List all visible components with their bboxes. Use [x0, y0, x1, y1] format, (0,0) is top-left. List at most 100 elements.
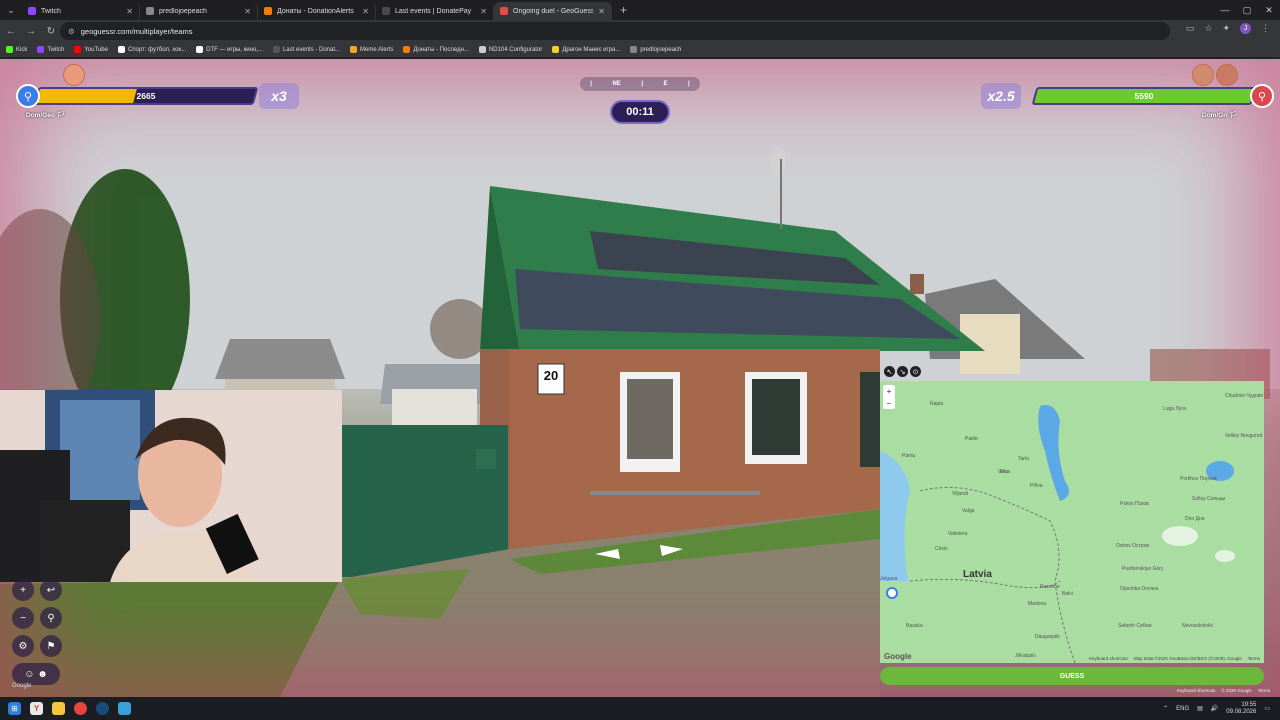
language-indicator[interactable]: ENG: [1176, 706, 1189, 712]
bookmark-item[interactable]: Meme Alerts: [350, 46, 393, 53]
map-city-label: Pärnu: [902, 453, 916, 459]
round-timer: 00:11: [610, 100, 670, 124]
browser-tab[interactable]: Донаты - DonationAlerts ✕: [258, 2, 376, 20]
browser-tab[interactable]: Last events | DonatePay ✕: [376, 2, 494, 20]
windows-start-icon[interactable]: ⊞: [8, 702, 21, 715]
bookmark-favicon: [552, 46, 560, 53]
yandex-browser-icon[interactable]: Y: [30, 702, 43, 715]
bookmark-label: ND104 Configurator: [488, 46, 543, 53]
bookmark-item[interactable]: Спорт: футбол, хок...: [117, 46, 186, 53]
bookmark-item[interactable]: predlojoepeach: [630, 46, 681, 53]
tab-search-chevron-icon[interactable]: ⌄: [0, 0, 22, 20]
map-city-label: Dno Дно: [1185, 516, 1205, 522]
bookmark-item[interactable]: ND104 Configurator: [478, 46, 543, 53]
bookmark-item[interactable]: YouTube: [74, 46, 108, 53]
notifications-icon[interactable]: ▭: [1264, 705, 1270, 712]
toolbar-actions: ▭ ☆ ✦ J ⋮: [1186, 23, 1270, 34]
url-field[interactable]: ⚙ geoguessr.com/multiplayer/teams: [60, 22, 1170, 40]
new-tab-button[interactable]: +: [620, 3, 627, 17]
settings-gear-icon[interactable]: ⚙: [12, 635, 34, 657]
bookmark-item[interactable]: Last events - Donat...: [272, 46, 340, 53]
chat-emotes-button[interactable]: ☺ ☻: [12, 663, 60, 685]
tab-favicon: [264, 7, 272, 15]
bookmark-item[interactable]: Twitch: [37, 46, 64, 53]
network-icon[interactable]: ▤: [1197, 705, 1203, 712]
close-tab-icon[interactable]: ✕: [598, 7, 605, 16]
back-arrow-icon[interactable]: ←: [6, 26, 16, 37]
steam-icon[interactable]: [96, 702, 109, 715]
close-tab-icon[interactable]: ✕: [362, 7, 369, 16]
map-pin-toggle-icon[interactable]: ⊙: [910, 366, 921, 377]
minimize-icon[interactable]: —: [1214, 0, 1236, 20]
file-explorer-icon[interactable]: [52, 702, 65, 715]
map-country-label: Latvia: [963, 569, 992, 580]
guess-map[interactable]: + − Latvia Tartu Pskov Псков Velikiy Novgo…: [880, 381, 1264, 663]
flag-checkpoint-icon[interactable]: ⚑: [40, 635, 62, 657]
map-keyboard-shortcuts-link[interactable]: Keyboard shortcuts: [1089, 656, 1128, 661]
close-tab-icon[interactable]: ✕: [126, 7, 133, 16]
site-info-icon[interactable]: ⚙: [68, 27, 75, 36]
bookmark-item[interactable]: DTF — игры, кино,...: [196, 46, 263, 53]
zoom-in-button[interactable]: +: [12, 579, 34, 601]
map-terms-link[interactable]: Terms: [1248, 656, 1260, 661]
forward-arrow-icon[interactable]: →: [26, 26, 36, 37]
map-city-label: Pushkinskiye Gory: [1122, 566, 1164, 572]
close-tab-icon[interactable]: ✕: [244, 7, 251, 16]
profile-avatar[interactable]: J: [1240, 23, 1251, 34]
bookmark-star-icon[interactable]: ☆: [1204, 23, 1212, 34]
game-viewport[interactable]: 20 ⚲ 2665 x3 Dom/Geo 🏳 | NE | E | 00:11 …: [0, 59, 1280, 697]
maximize-icon[interactable]: ▢: [1236, 0, 1258, 20]
browser-tab[interactable]: Ongoing duel - GeoGuessr ✕: [494, 2, 612, 20]
browser-tab[interactable]: Twitch ✕: [22, 2, 140, 20]
extensions-icon[interactable]: ✦: [1222, 23, 1230, 34]
left-player-tag: Dom/Geo 🏳: [26, 111, 65, 119]
chrome-icon[interactable]: [74, 702, 87, 715]
right-multiplier: x2.5: [981, 83, 1021, 109]
left-multiplier: x3: [259, 83, 299, 109]
map-city-label: Viljandi: [952, 491, 969, 497]
map-size-tools: ↖ ↘ ⊙: [884, 366, 921, 377]
bookmark-favicon: [74, 46, 82, 53]
close-tab-icon[interactable]: ✕: [480, 7, 487, 16]
bookmark-favicon: [196, 46, 204, 53]
browser-tab[interactable]: predlojoepeach ✕: [140, 2, 258, 20]
bookmark-favicon: [272, 46, 280, 53]
more-menu-icon[interactable]: ⋮: [1261, 23, 1270, 34]
map-expand-icon[interactable]: ↘: [897, 366, 908, 377]
address-bar-row: ← → ↻ ⚙ geoguessr.com/multiplayer/teams …: [0, 20, 1280, 42]
map-city-label: Balvi: [1062, 591, 1073, 597]
right-health-bar: 5590: [1031, 87, 1257, 105]
close-window-icon[interactable]: ✕: [1258, 0, 1280, 20]
map-shrink-icon[interactable]: ↖: [884, 366, 895, 377]
map-city-label: Rapla: [930, 401, 944, 407]
left-team-hud: ⚲ 2665: [16, 84, 259, 108]
zoom-out-button[interactable]: −: [12, 607, 34, 629]
map-city-label: Valmiera: [948, 531, 968, 537]
map-city-label: Rezekne: [1040, 584, 1060, 590]
volume-icon[interactable]: 🔊: [1211, 705, 1218, 712]
keyboard-shortcuts-link[interactable]: Keyboard shortcuts: [1177, 688, 1216, 693]
map-zoom-controls[interactable]: + −: [883, 385, 895, 409]
bookmark-item[interactable]: Kick: [6, 46, 27, 53]
bookmark-item[interactable]: Донаты - Последн...: [403, 46, 469, 53]
cast-icon[interactable]: ▭: [1186, 23, 1195, 34]
right-team-hud: 5590 ⚲: [1031, 84, 1274, 108]
app-icon[interactable]: [118, 702, 131, 715]
bookmark-item[interactable]: Драгон Манис игра...: [552, 46, 620, 53]
clock-time: 19:55: [1241, 701, 1257, 708]
map-city-label: Jēkabpils: [1015, 653, 1036, 659]
reload-icon[interactable]: ↻: [46, 26, 56, 37]
map-zoom-in-icon[interactable]: +: [887, 387, 892, 396]
terms-link[interactable]: Terms: [1258, 688, 1270, 693]
bookmark-label: Драгон Манис игра...: [562, 46, 621, 53]
guess-button[interactable]: GUESS: [880, 667, 1264, 685]
map-data-attribution: Map Data ©2026 GeoBasis-DE/BKG (©2009), …: [1133, 656, 1242, 661]
clock[interactable]: 19:55 09.08.2026: [1226, 702, 1256, 716]
tab-title: Last events | DonatePay: [395, 7, 472, 15]
tray-chevron-icon[interactable]: ⌃: [1163, 705, 1168, 712]
map-city-label: Novosokolniki: [1182, 623, 1213, 629]
undo-button[interactable]: ↩: [40, 579, 62, 601]
return-to-start-pin-icon[interactable]: ⚲: [40, 607, 62, 629]
bookmark-label: Twitch: [47, 46, 65, 53]
map-zoom-out-icon[interactable]: −: [887, 399, 892, 408]
